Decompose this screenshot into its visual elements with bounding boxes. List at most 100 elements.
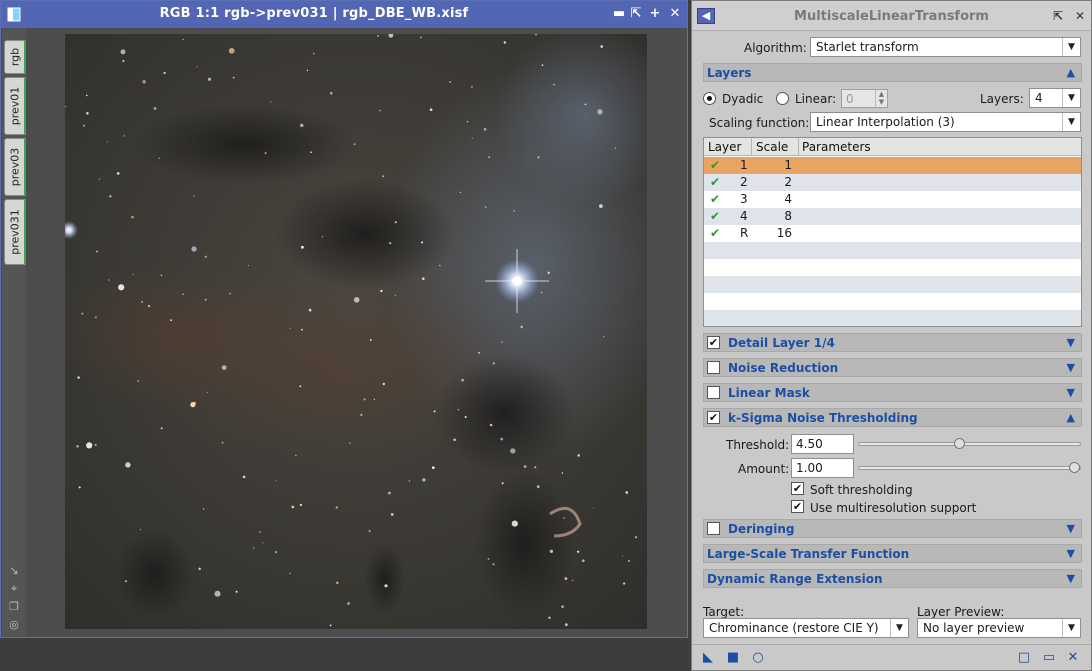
star [563,517,565,519]
dre-section-header[interactable]: Dynamic Range Extension ▼ [703,569,1082,588]
star [577,550,580,553]
linear-spinbox[interactable]: 0 ▲ ▼ [841,89,888,108]
check-icon[interactable]: ✔ [710,175,720,189]
star [582,559,585,562]
shade-icon[interactable]: ⇱ [1051,9,1065,23]
threshold-slider[interactable] [858,438,1081,449]
tab-prev031[interactable]: prev031 [4,199,26,265]
star [564,577,568,580]
star [142,80,146,84]
star [94,444,97,446]
amount-slider-handle[interactable] [1069,462,1080,473]
dyadic-radio[interactable] [703,92,716,105]
star [541,64,544,66]
layers-section-header[interactable]: Layers ▲ [703,63,1082,82]
image-window-title-bar[interactable]: RGB 1:1 rgb->prev031 | rgb_DBE_WB.xisf ▬… [1,1,687,28]
star [363,398,366,401]
target-icon[interactable]: ◎ [8,619,20,631]
process-panel[interactable]: ◀ MultiscaleLinearTransform ⇱ ✕ Algorith… [691,0,1092,671]
star [373,398,376,401]
close-icon[interactable]: ✕ [1073,9,1087,23]
amount-slider[interactable] [858,462,1081,473]
crosshair-icon[interactable]: ⌖ [8,583,20,595]
header-layer[interactable]: Layer [708,140,741,154]
preview-tabs: rgb prev01 prev03 prev031 ↘ ⌖ ❐ ◎ [2,28,26,637]
star [160,427,163,430]
expand-arrow-icon: ▼ [1066,386,1075,399]
process-title-bar[interactable]: ◀ MultiscaleLinearTransform ⇱ ✕ [692,1,1091,31]
star [301,328,303,331]
table-row[interactable]: ✔ R 16 [704,225,1081,242]
layer-preview-select[interactable]: No layer preview ▼ [917,618,1081,638]
deringing-checkbox[interactable] [707,522,720,535]
star [380,289,383,293]
copy-preview-icon[interactable]: ❐ [8,601,20,613]
tab-rgb[interactable]: rgb [4,40,26,74]
process-footer: ◣ ■ ○ □ ▭ ✕ [692,644,1091,670]
expand-all-icon[interactable]: ✕ [1066,651,1080,665]
close-button[interactable]: ✕ [667,6,683,22]
image-canvas-area[interactable] [26,28,687,637]
detail-layer-section-header[interactable]: ✔ Detail Layer 1/4 ▼ [703,333,1082,352]
scale-cell: 8 [784,209,792,223]
check-icon[interactable]: ✔ [710,209,720,223]
lstf-section-header[interactable]: Large-Scale Transfer Function ▼ [703,544,1082,563]
soft-thresholding-checkbox[interactable]: ✔ [791,482,804,495]
linear-mask-section-header[interactable]: Linear Mask ▼ [703,383,1082,402]
check-icon[interactable]: ✔ [710,226,720,240]
algorithm-select[interactable]: Starlet transform ▼ [810,37,1081,57]
new-instance-icon[interactable]: ◣ [701,651,715,665]
star [461,378,464,382]
target-select[interactable]: Chrominance (restore CIE Y) ▼ [703,618,909,638]
image-window[interactable]: RGB 1:1 rgb->prev031 | rgb_DBE_WB.xisf ▬… [0,0,688,638]
linear-radio[interactable] [776,92,789,105]
ksigma-section-header[interactable]: ✔ k-Sigma Noise Thresholding ▲ [703,408,1082,427]
detail-layer-checkbox[interactable]: ✔ [707,336,720,349]
star [198,567,201,570]
star [593,507,595,509]
scaling-function-select[interactable]: Linear Interpolation (3) ▼ [810,112,1081,132]
linear-mask-checkbox[interactable] [707,386,720,399]
reset-icon[interactable]: □ [1017,651,1031,665]
threshold-slider-handle[interactable] [954,438,965,449]
star [125,462,131,468]
threshold-input[interactable]: 4.50 [791,434,854,454]
collapse-arrow-icon: ▲ [1066,66,1075,79]
scale-cell: 2 [784,175,792,189]
apply-global-icon[interactable]: ○ [751,651,765,665]
table-row[interactable]: ✔ 3 4 [704,191,1081,208]
tab-prev01[interactable]: prev01 [4,77,26,135]
table-row[interactable]: ✔ 1 1 [704,157,1081,174]
amount-input[interactable]: 1.00 [791,458,854,478]
nebula-image[interactable] [65,34,647,629]
layers-table[interactable]: Layer Scale Parameters ✔ 1 1 ✔ 2 2 ✔ 3 4 [703,137,1082,327]
shade-button[interactable]: ⇱ [628,6,644,22]
layers-count-select[interactable]: 4 ▼ [1029,88,1081,108]
documentation-icon[interactable]: ▭ [1042,651,1056,665]
table-row[interactable]: ✔ 2 2 [704,174,1081,191]
tab-prev03[interactable]: prev03 [4,138,26,196]
apply-icon[interactable]: ■ [726,651,740,665]
deringing-section-header[interactable]: Deringing ▼ [703,519,1082,538]
star [122,59,125,63]
maximize-button[interactable]: + [647,6,663,22]
ksigma-checkbox[interactable]: ✔ [707,411,720,424]
table-row[interactable]: ✔ 4 8 [704,208,1081,225]
star [77,376,80,379]
header-parameters[interactable]: Parameters [802,140,871,154]
star [377,35,379,37]
noise-reduction-checkbox[interactable] [707,361,720,374]
check-icon[interactable]: ✔ [710,192,720,206]
star [537,156,540,159]
multires-checkbox[interactable]: ✔ [791,500,804,513]
header-scale[interactable]: Scale [756,140,788,154]
star [81,312,84,315]
check-icon[interactable]: ✔ [710,158,720,172]
noise-reduction-section-header[interactable]: Noise Reduction ▼ [703,358,1082,377]
star [289,572,291,575]
minimize-button[interactable]: ▬ [611,6,627,22]
zoom-fit-icon[interactable]: ↘ [8,565,20,577]
image-window-title: RGB 1:1 rgb->prev031 | rgb_DBE_WB.xisf [159,6,469,21]
amount-label: Amount: [738,462,790,476]
star [408,480,410,482]
